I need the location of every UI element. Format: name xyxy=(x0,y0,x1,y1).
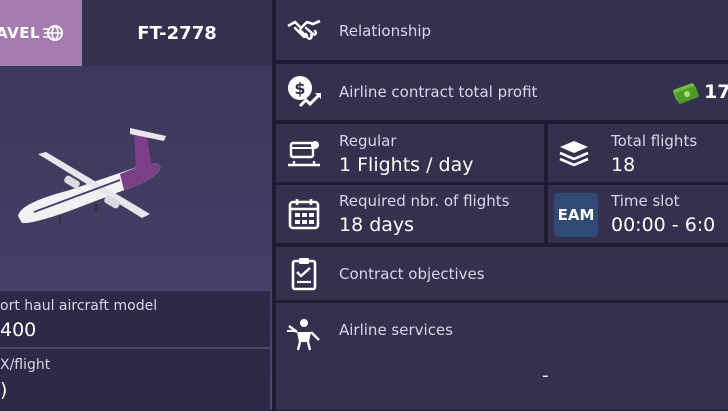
contract-profit-value: 17 xyxy=(704,81,728,103)
aircraft-panel: AVEL FT-2778 ort haul aircraft model 400… xyxy=(0,0,272,411)
airline-services-row: Airline services - xyxy=(276,303,728,410)
stacked-flights-icon xyxy=(559,141,589,167)
calendar-icon xyxy=(288,199,320,230)
required-flights-value: 18 days xyxy=(339,214,415,236)
aircraft-model-box: ort haul aircraft model 400 xyxy=(0,290,270,347)
handshake-icon xyxy=(287,19,321,40)
aircraft-illustration xyxy=(18,128,166,224)
svg-text:$: $ xyxy=(294,79,305,98)
profit-chart-icon: $ xyxy=(288,76,322,108)
regular-label: Regular xyxy=(339,132,397,150)
contract-details: Relationship $ Airline contract total pr… xyxy=(276,0,728,410)
globe-icon xyxy=(43,25,64,41)
time-slot-box: EAM Time slot 00:00 - 6:0 xyxy=(548,185,728,243)
regular-value: 1 Flights / day xyxy=(339,154,474,176)
airline-services-label: Airline services xyxy=(339,321,453,339)
cost-per-flight-label: X/flight xyxy=(0,357,51,373)
regular-frequency-box: Regular 1 Flights / day xyxy=(276,124,544,182)
aircraft-model-label: ort haul aircraft model xyxy=(0,298,158,314)
total-flights-box: Total flights 18 xyxy=(548,124,728,182)
airport-schedule-icon xyxy=(288,141,320,167)
time-slot-badge: EAM xyxy=(554,193,598,237)
airline-logo: AVEL xyxy=(0,0,82,66)
aircraft-model-value: 400 xyxy=(0,319,37,341)
cost-per-flight-value: ) xyxy=(0,379,8,401)
contract-objectives-row[interactable]: Contract objectives xyxy=(276,247,728,300)
service-staff-icon xyxy=(287,319,320,351)
required-flights-label: Required nbr. of flights xyxy=(339,192,510,210)
time-slot-value: 00:00 - 6:0 xyxy=(611,214,716,236)
aircraft-image xyxy=(0,66,272,288)
airline-services-value: - xyxy=(542,365,549,386)
cash-icon xyxy=(673,83,699,104)
relationship-row[interactable]: Relationship xyxy=(276,0,728,60)
total-flights-value: 18 xyxy=(611,154,636,176)
required-flights-box: Required nbr. of flights 18 days xyxy=(276,185,544,243)
contract-objectives-label: Contract objectives xyxy=(339,265,485,283)
clipboard-icon xyxy=(291,258,317,291)
cost-per-flight-box: X/flight ) xyxy=(0,348,270,411)
contract-profit-label: Airline contract total profit xyxy=(339,83,538,101)
total-flights-label: Total flights xyxy=(611,132,698,150)
contract-profit-row: $ Airline contract total profit 17 xyxy=(276,64,728,120)
time-slot-label: Time slot xyxy=(611,192,680,210)
airline-brand-text: AVEL xyxy=(0,24,41,42)
relationship-label: Relationship xyxy=(339,22,432,40)
flight-code: FT-2778 xyxy=(82,0,272,66)
